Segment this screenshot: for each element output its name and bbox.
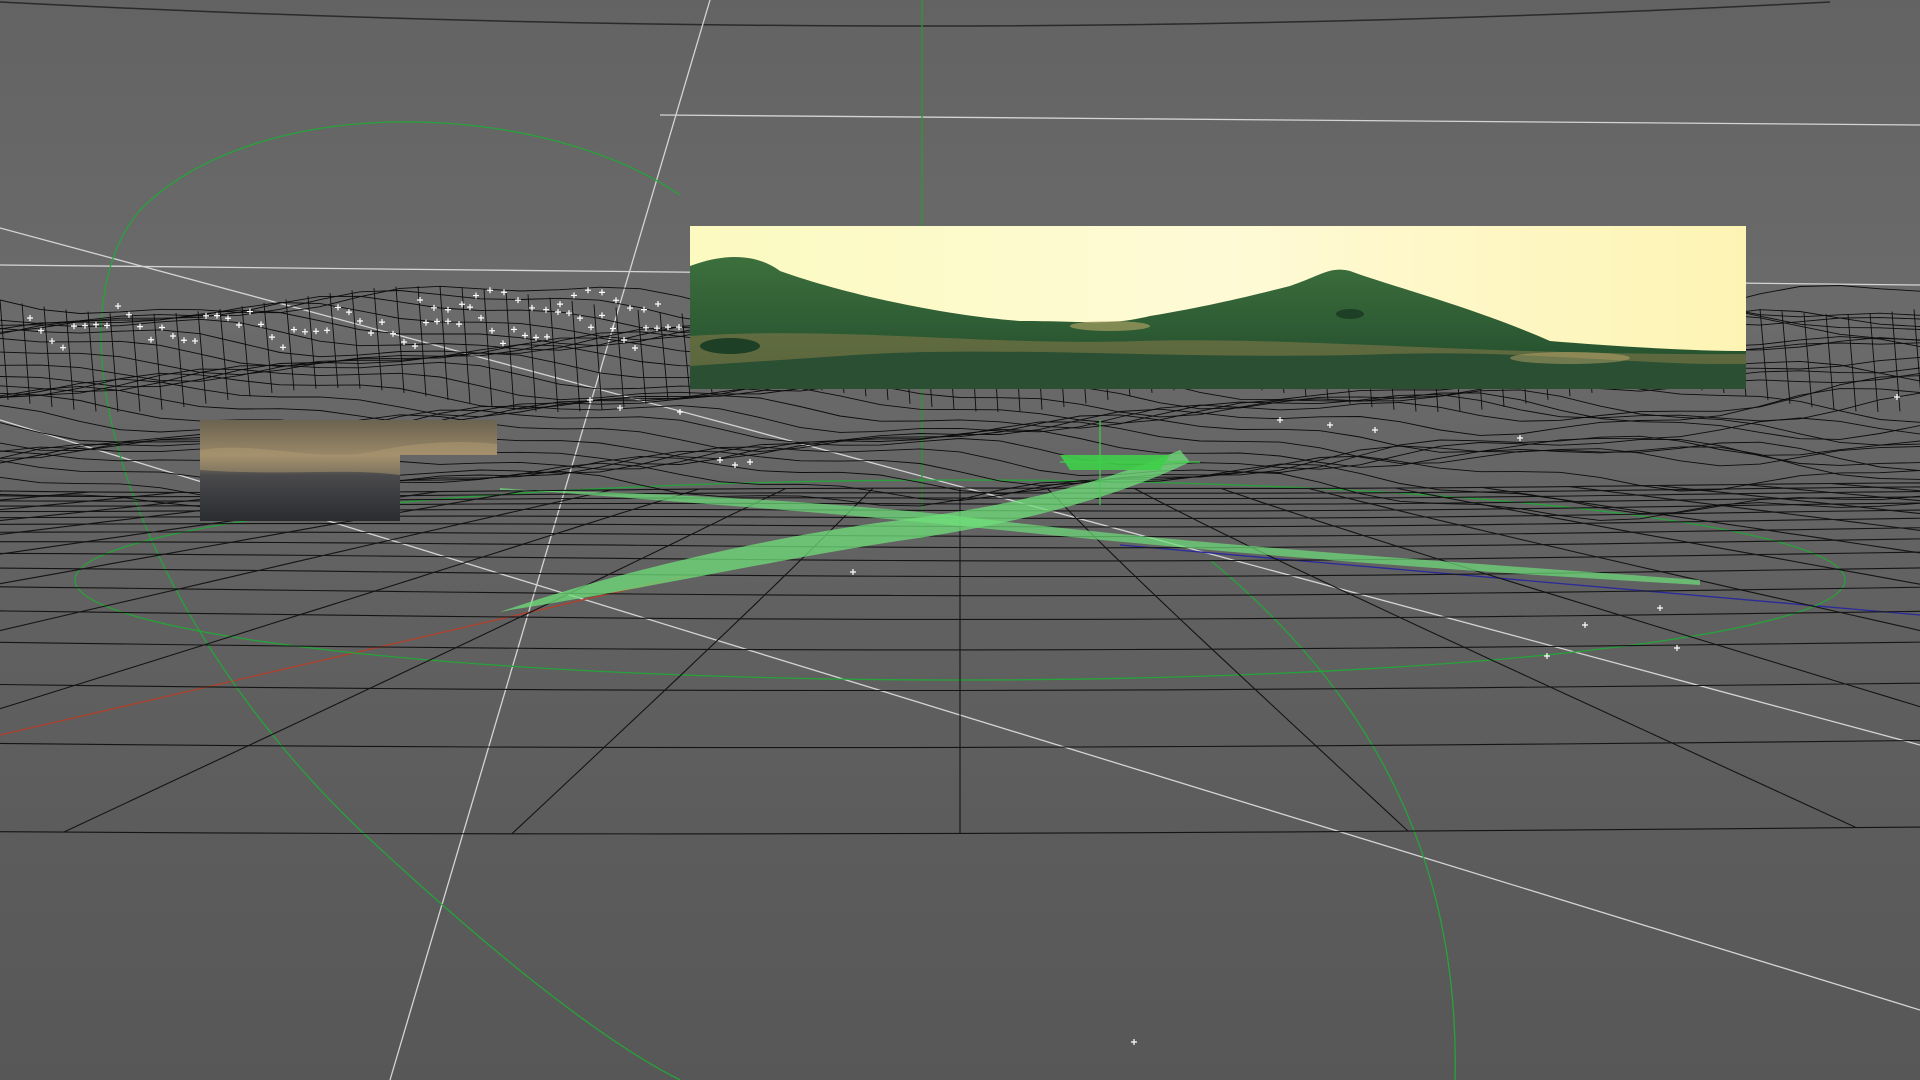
control-vertex[interactable] [632,344,638,351]
control-vertex[interactable] [335,304,341,311]
control-vertex[interactable] [104,322,110,329]
control-vertex[interactable] [170,332,176,339]
control-vertex[interactable] [214,312,220,319]
control-vertex[interactable] [225,315,231,322]
x-axis-line [0,574,691,736]
control-vertex[interactable] [346,309,352,316]
control-vertex[interactable] [500,340,506,347]
control-vertex[interactable] [126,311,132,318]
control-vertex[interactable] [850,569,856,575]
control-vertex[interactable] [49,338,55,345]
control-vertex[interactable] [357,317,363,324]
control-vertex[interactable] [599,312,605,319]
control-vertex[interactable] [654,325,660,332]
control-vertex[interactable] [27,315,33,321]
control-vertex[interactable] [269,334,275,341]
z-axis-line [1119,544,1920,616]
viewport-canvas[interactable] [0,0,1920,1080]
control-vertex[interactable] [489,327,495,334]
control-vertex[interactable] [610,325,616,332]
control-vertex[interactable] [529,304,535,311]
control-vertex[interactable] [60,344,66,351]
control-vertex[interactable] [676,324,682,331]
control-vertex[interactable] [115,303,121,310]
control-vertex[interactable] [1372,427,1378,433]
control-vertex[interactable] [522,332,528,339]
control-vertex[interactable] [71,323,77,330]
control-vertex[interactable] [313,328,319,335]
control-vertex[interactable] [324,327,330,334]
control-vertex[interactable] [445,318,451,325]
control-vertex[interactable] [747,459,753,465]
sky-dome-arc [0,1,1831,27]
control-vertex[interactable] [302,328,308,335]
control-vertex[interactable] [1657,605,1663,611]
control-vertex[interactable] [617,405,623,411]
control-vertex[interactable] [588,324,594,331]
control-vertex[interactable] [401,338,407,345]
control-vertex[interactable] [557,301,563,308]
control-vertex[interactable] [1517,435,1523,441]
control-vertex[interactable] [571,292,577,299]
texture-swatch-image [200,420,497,521]
control-vertex[interactable] [487,287,493,294]
control-vertex[interactable] [379,319,385,326]
control-vertex[interactable] [641,306,647,313]
control-vertex[interactable] [82,322,88,329]
render-preview-plane[interactable] [690,226,1746,389]
control-vertex[interactable] [555,308,561,315]
control-vertex[interactable] [511,326,517,333]
control-vertex[interactable] [1544,653,1550,659]
control-vertex[interactable] [1674,645,1680,651]
3d-viewport[interactable] [0,0,1920,1080]
control-vertex[interactable] [459,301,465,308]
control-vertex[interactable] [1327,422,1333,428]
control-vertex[interactable] [280,344,286,351]
texture-swatch-plane[interactable] [200,420,497,521]
control-vertex[interactable] [291,326,297,333]
control-vertex[interactable] [417,297,423,303]
control-vertex[interactable] [137,323,143,330]
control-vertex[interactable] [445,306,451,313]
control-vertex[interactable] [478,314,484,321]
control-vertex[interactable] [544,333,550,340]
control-vertex-markers[interactable] [27,287,1900,1045]
control-vertex[interactable] [655,300,661,307]
control-vertex[interactable] [1582,622,1588,628]
control-vertex[interactable] [181,337,187,344]
control-vertex[interactable] [473,292,479,299]
rendered-terrain-image [690,226,1746,389]
control-vertex[interactable] [148,336,154,343]
control-vertex[interactable] [38,327,44,334]
control-vertex[interactable] [192,337,198,344]
control-vertex[interactable] [1131,1039,1137,1045]
control-vertex[interactable] [431,304,437,311]
control-vertex[interactable] [1277,417,1283,423]
control-vertex[interactable] [434,318,440,325]
control-vertex[interactable] [390,330,396,337]
control-vertex[interactable] [566,310,572,317]
control-vertex[interactable] [643,324,649,331]
control-vertex[interactable] [515,297,521,304]
terrain-wireframe-mesh[interactable] [0,482,1920,835]
control-vertex[interactable] [599,289,605,296]
